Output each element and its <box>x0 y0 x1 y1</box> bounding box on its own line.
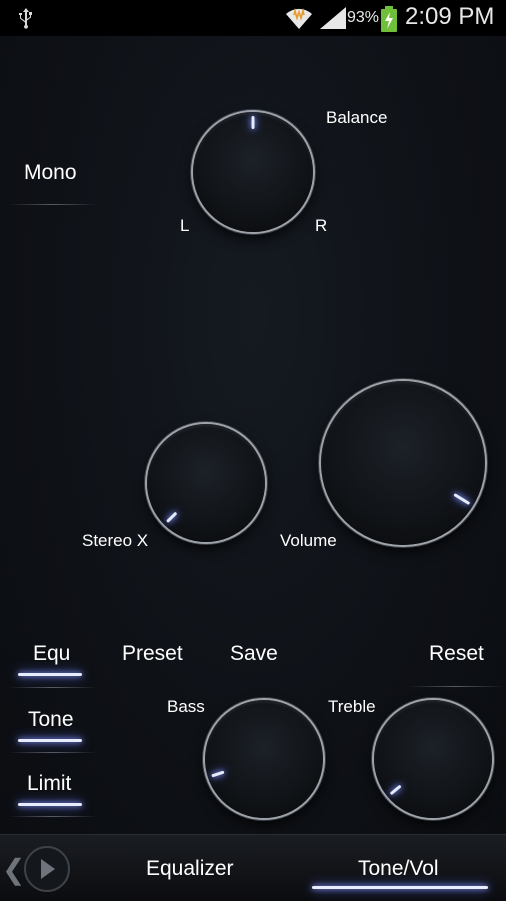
save-button[interactable]: Save <box>230 642 278 666</box>
side-divider-3 <box>8 816 98 817</box>
tone-indicator <box>18 739 82 742</box>
volume-label: Volume <box>280 531 337 550</box>
stereo-x-label: Stereo X <box>82 531 149 550</box>
usb-icon <box>19 8 32 29</box>
balance-label: Balance <box>326 108 388 127</box>
reset-button[interactable]: Reset <box>429 642 484 666</box>
side-divider-1 <box>8 687 98 688</box>
reset-divider <box>408 686 504 687</box>
play-icon <box>41 859 55 879</box>
balance-right-label: R <box>315 216 328 235</box>
tab-equalizer[interactable]: Equalizer <box>146 857 234 881</box>
tone-button[interactable]: Tone <box>28 708 74 732</box>
volume-indicator <box>453 493 471 506</box>
bass-label: Bass <box>167 697 205 716</box>
mono-divider <box>8 204 98 205</box>
wifi-icon <box>286 7 312 29</box>
limit-button[interactable]: Limit <box>27 772 71 796</box>
limit-indicator <box>18 803 82 806</box>
clock: 2:09 PM <box>405 3 495 30</box>
side-divider-2 <box>8 752 98 753</box>
volume-knob[interactable] <box>321 381 485 545</box>
equ-button[interactable]: Equ <box>33 642 70 666</box>
equ-indicator <box>18 673 82 676</box>
balance-knob[interactable] <box>193 112 313 232</box>
treble-indicator <box>389 784 402 796</box>
battery-percent: 93% <box>347 9 380 26</box>
status-bar: 93% 2:09 PM <box>0 0 506 36</box>
bass-knob[interactable] <box>205 700 323 818</box>
stereo-x-indicator <box>166 511 178 523</box>
bottom-bar: ❮ Equalizer Tone/Vol <box>0 834 506 901</box>
tab-tone-vol[interactable]: Tone/Vol <box>358 857 439 881</box>
treble-knob[interactable] <box>374 700 492 818</box>
preset-button[interactable]: Preset <box>122 642 183 666</box>
play-button[interactable] <box>24 846 70 892</box>
chevron-left-icon[interactable]: ❮ <box>2 853 25 886</box>
bass-indicator <box>211 770 225 778</box>
treble-label: Treble <box>328 697 376 716</box>
stereo-x-knob[interactable] <box>147 424 265 542</box>
balance-left-label: L <box>180 216 190 235</box>
battery-charging-icon <box>381 6 397 32</box>
mono-button[interactable]: Mono <box>24 161 77 185</box>
tab-tone-vol-indicator <box>312 886 488 889</box>
signal-icon <box>320 7 346 29</box>
balance-indicator <box>251 116 255 129</box>
